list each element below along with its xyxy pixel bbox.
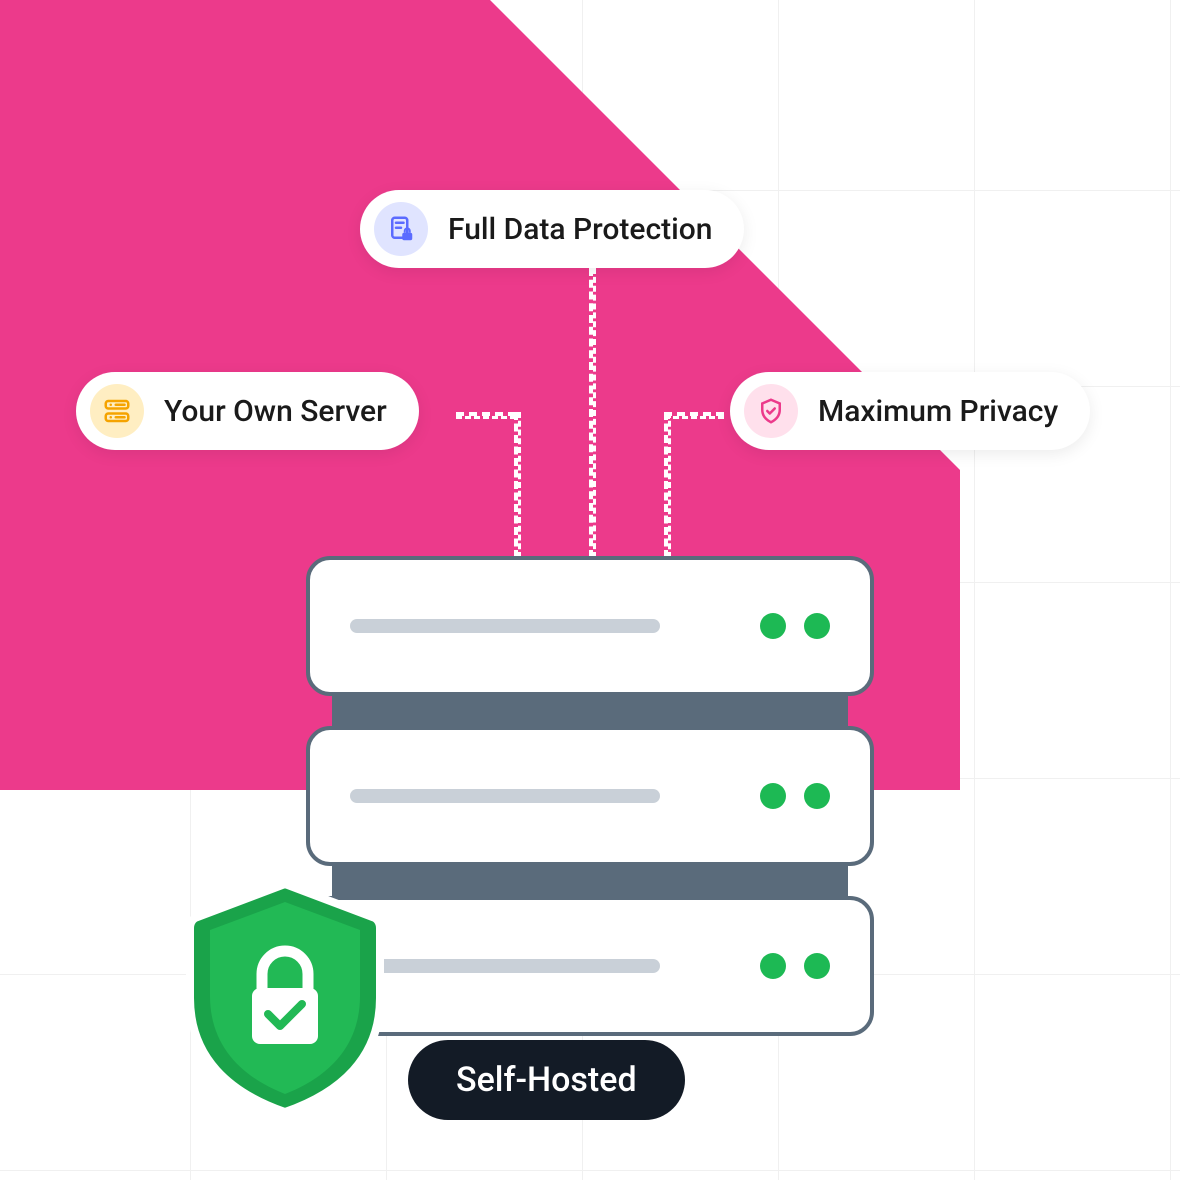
self-hosted-label: Self-Hosted (408, 1040, 685, 1120)
feature-pill-data-protection: Full Data Protection (360, 190, 744, 268)
security-shield-badge (180, 878, 390, 1118)
feature-pill-max-privacy: Maximum Privacy (730, 372, 1090, 450)
connector-line-left-h (456, 412, 516, 419)
connector-line-right-h (664, 412, 724, 419)
server-status-leds (760, 953, 830, 979)
document-lock-icon (374, 202, 428, 256)
connector-line-center (589, 268, 596, 558)
server-unit (306, 726, 874, 866)
status-led-icon (804, 613, 830, 639)
diagram-canvas: Full Data Protection Your Own Server Max… (0, 0, 1180, 1180)
feature-pill-own-server: Your Own Server (76, 372, 419, 450)
connector-line-right-v (664, 412, 671, 558)
feature-pill-label: Your Own Server (164, 394, 387, 429)
status-led-icon (760, 613, 786, 639)
server-indicator-bar (350, 619, 660, 633)
server-status-leds (760, 613, 830, 639)
server-unit (306, 896, 874, 1036)
server-indicator-bar (350, 789, 660, 803)
status-led-icon (760, 953, 786, 979)
server-stack (306, 556, 874, 1036)
shield-check-icon (744, 384, 798, 438)
server-icon (90, 384, 144, 438)
connector-line-left-v (514, 412, 521, 558)
server-unit (306, 556, 874, 696)
feature-pill-label: Maximum Privacy (818, 394, 1058, 429)
server-connector (332, 696, 848, 726)
feature-pill-label: Full Data Protection (448, 212, 712, 247)
server-connector (332, 866, 848, 896)
server-status-leds (760, 783, 830, 809)
status-led-icon (804, 783, 830, 809)
status-led-icon (804, 953, 830, 979)
status-led-icon (760, 783, 786, 809)
server-indicator-bar (350, 959, 660, 973)
self-hosted-label-text: Self-Hosted (456, 1060, 637, 1100)
